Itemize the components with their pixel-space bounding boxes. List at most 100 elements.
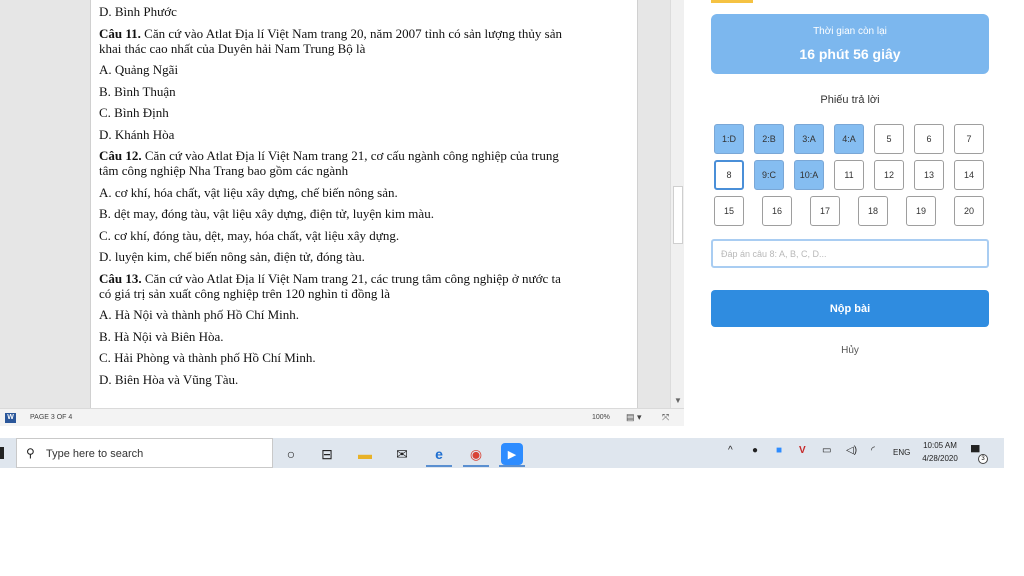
question-number: Câu 12.: [99, 148, 142, 163]
edge-active-indicator: [426, 465, 452, 467]
exam-panel: Thời gian còn lại 16 phút 56 giây Phiếu …: [684, 0, 1024, 438]
paragraph-text: A. Hà Nội và thành phố Hồ Chí Minh.: [99, 307, 300, 322]
word-status-bar: W PAGE 3 OF 4 100% ▤ ▾ ⤧: [0, 408, 684, 426]
submit-button[interactable]: Nộp bài: [711, 290, 989, 327]
task-view-icon[interactable]: ⊟: [316, 443, 338, 465]
document-paragraph: D. Khánh Hòa: [99, 127, 569, 142]
paragraph-text: Căn cứ vào Atlat Địa lí Việt Nam trang 2…: [99, 148, 559, 178]
search-placeholder: Type here to search: [46, 448, 144, 460]
file-explorer-icon[interactable]: ▬: [354, 443, 376, 465]
question-number: Câu 13.: [99, 270, 142, 286]
answer-cell-18[interactable]: 18: [858, 196, 888, 226]
antivirus-tray-icon[interactable]: V: [799, 445, 806, 456]
wifi-icon[interactable]: ◜: [871, 445, 875, 456]
scrollbar-thumb[interactable]: [673, 186, 683, 244]
answer-cell-4[interactable]: 4:A: [834, 124, 864, 154]
document-content: D. Bình Phước Câu 11. Căn cứ vào Atlat Đị…: [99, 4, 569, 393]
answer-cell-2[interactable]: 2:B: [754, 124, 784, 154]
chrome-active-indicator: [463, 465, 489, 467]
volume-icon[interactable]: ◁): [846, 445, 857, 456]
chrome-icon[interactable]: ◉: [465, 443, 487, 465]
answer-cell-11[interactable]: 11: [834, 160, 864, 190]
answer-cell-8[interactable]: 8: [714, 160, 744, 190]
paragraph-text: D. Khánh Hòa: [99, 126, 175, 142]
cortana-icon[interactable]: ○: [280, 443, 302, 465]
vertical-scrollbar[interactable]: ▼: [670, 0, 684, 408]
document-paragraph: B. Hà Nội và Biên Hòa.: [99, 329, 569, 344]
paragraph-text: C. cơ khí, đóng tàu, dệt, may, hóa chất,…: [99, 227, 400, 243]
document-paragraph: Câu 12. Căn cứ vào Atlat Địa lí Việt Nam…: [99, 148, 569, 178]
document-paragraph: A. Quảng Ngãi: [99, 62, 569, 77]
word-app-icon: W: [5, 413, 16, 423]
clock-time[interactable]: 10:05 AM: [918, 441, 962, 450]
document-paragraph: A. cơ khí, hóa chất, vật liệu xây dựng, …: [99, 185, 569, 200]
document-paragraph: A. Hà Nội và thành phố Hồ Chí Minh.: [99, 307, 569, 322]
zoom-level[interactable]: 100%: [592, 414, 610, 421]
answer-cell-13[interactable]: 13: [914, 160, 944, 190]
paragraph-text: D. luyện kim, chế biến nông sản, điện tử…: [99, 249, 365, 264]
paragraph-text: A. cơ khí, hóa chất, vật liệu xây dựng, …: [99, 184, 398, 200]
document-paragraph: C. Hải Phòng và thành phố Hồ Chí Minh.: [99, 350, 569, 365]
page-indicator[interactable]: PAGE 3 OF 4: [30, 414, 72, 421]
scroll-down-arrow-icon[interactable]: ▼: [674, 396, 682, 405]
paragraph-text: B. dệt may, đóng tàu, vật liệu xây dựng,…: [99, 206, 434, 221]
zoom-active-indicator: [499, 465, 525, 467]
top-badge: [711, 0, 753, 3]
answer-cell-7[interactable]: 7: [954, 124, 984, 154]
answer-cell-1[interactable]: 1:D: [714, 124, 744, 154]
windows-taskbar: ⚲ Type here to search ○ ⊟ ▬ ✉ e ◉ ▶ ^ ● …: [0, 438, 1004, 468]
answer-cell-10[interactable]: 10:A: [794, 160, 824, 190]
answer-cell-19[interactable]: 19: [906, 196, 936, 226]
notification-count-badge: 3: [978, 454, 988, 464]
paragraph-text: Căn cứ vào Atlat Địa lí Việt Nam trang 2…: [99, 25, 562, 56]
question-number: Câu 11.: [99, 25, 141, 41]
timer-label: Thời gian còn lại: [813, 26, 887, 37]
paragraph-text: D. Biên Hòa và Vũng Tàu.: [99, 371, 239, 387]
word-document-window: D. Bình Phước Câu 11. Căn cứ vào Atlat Đị…: [0, 0, 684, 426]
language-indicator[interactable]: ENG: [893, 448, 910, 457]
taskbar-search-box[interactable]: ⚲ Type here to search: [16, 438, 273, 468]
document-paragraph: D. Biên Hòa và Vũng Tàu.: [99, 372, 569, 387]
document-paragraph: B. dệt may, đóng tàu, vật liệu xây dựng,…: [99, 206, 569, 221]
search-icon: ⚲: [26, 446, 35, 460]
document-page[interactable]: D. Bình Phước Câu 11. Căn cứ vào Atlat Đị…: [90, 0, 638, 408]
document-paragraph: Câu 13. Căn cứ vào Atlat Địa lí Việt Nam…: [99, 271, 569, 301]
paragraph-text: C. Hải Phòng và thành phố Hồ Chí Minh.: [99, 350, 316, 365]
microphone-icon[interactable]: ●: [752, 445, 758, 456]
zoom-icon[interactable]: ▶: [501, 443, 523, 465]
edge-icon[interactable]: e: [428, 443, 450, 465]
answer-input[interactable]: [711, 239, 989, 268]
document-paragraph: C. cơ khí, đóng tàu, dệt, may, hóa chất,…: [99, 228, 569, 243]
answer-cell-12[interactable]: 12: [874, 160, 904, 190]
zoom-tray-icon[interactable]: ■: [776, 445, 782, 456]
answer-cell-17[interactable]: 17: [810, 196, 840, 226]
document-paragraph: D. Bình Phước: [99, 4, 569, 19]
document-paragraph: B. Bình Thuận: [99, 84, 569, 99]
mail-icon[interactable]: ✉: [391, 443, 413, 465]
paragraph-text: B. Hà Nội và Biên Hòa.: [99, 328, 224, 344]
timer-value: 16 phút 56 giây: [799, 46, 901, 62]
paragraph-text: B. Bình Thuận: [99, 83, 176, 99]
answer-sheet-title: Phiếu trả lời: [820, 94, 880, 106]
answer-cell-14[interactable]: 14: [954, 160, 984, 190]
battery-icon[interactable]: ▭: [822, 445, 831, 456]
answer-cell-20[interactable]: 20: [954, 196, 984, 226]
paragraph-text: A. Quảng Ngãi: [99, 62, 179, 77]
answer-cell-3[interactable]: 3:A: [794, 124, 824, 154]
cancel-link[interactable]: Hủy: [711, 345, 989, 356]
view-mode-icon[interactable]: ▤ ▾: [626, 412, 642, 423]
document-paragraph: C. Bình Định: [99, 105, 569, 120]
answer-cell-6[interactable]: 6: [914, 124, 944, 154]
clock-date[interactable]: 4/28/2020: [918, 454, 962, 463]
paragraph-text: Căn cứ vào Atlat Địa lí Việt Nam trang 2…: [99, 270, 561, 301]
screen: D. Bình Phước Câu 11. Căn cứ vào Atlat Đị…: [0, 0, 1024, 576]
fit-page-icon[interactable]: ⤧: [662, 412, 669, 423]
answer-cell-15[interactable]: 15: [714, 196, 744, 226]
show-hidden-icons-chevron-icon[interactable]: ^: [728, 445, 733, 456]
answer-cell-16[interactable]: 16: [762, 196, 792, 226]
answer-cell-5[interactable]: 5: [874, 124, 904, 154]
timer-box: Thời gian còn lại 16 phút 56 giây: [711, 14, 989, 74]
answer-cell-9[interactable]: 9:C: [754, 160, 784, 190]
start-button[interactable]: [0, 447, 4, 459]
document-paragraph: D. luyện kim, chế biến nông sản, điện tử…: [99, 249, 569, 264]
